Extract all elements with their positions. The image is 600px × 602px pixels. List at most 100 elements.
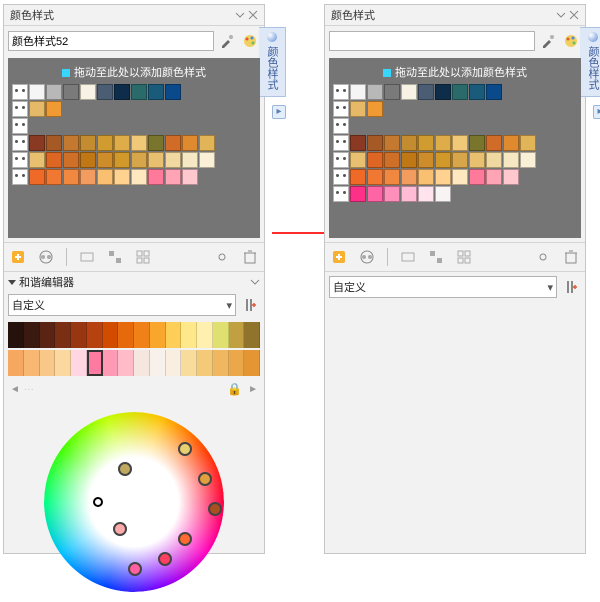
swatch-cell[interactable] [418, 169, 434, 185]
harmony-cell[interactable] [181, 322, 197, 348]
harmony-cell[interactable] [8, 322, 24, 348]
new-style-icon[interactable] [8, 247, 28, 267]
swatch-cell[interactable] [418, 135, 434, 151]
harmony-preset-combo[interactable]: 自定义▾ [329, 276, 557, 298]
swatch-cell[interactable] [435, 169, 451, 185]
eyedropper-icon[interactable] [217, 31, 237, 51]
swatch-cell[interactable] [503, 152, 519, 168]
swatch-cell[interactable] [12, 152, 28, 168]
swatch-cell[interactable] [486, 169, 502, 185]
swatch-cell[interactable] [46, 135, 62, 151]
swatch-cell[interactable] [333, 186, 349, 202]
swatch-cell[interactable] [29, 135, 45, 151]
eyedropper-icon[interactable] [538, 31, 558, 51]
tool-b-icon[interactable] [426, 247, 446, 267]
new-style-icon[interactable] [329, 247, 349, 267]
swatch-cell[interactable] [114, 135, 130, 151]
swatch-cell[interactable] [350, 186, 366, 202]
swatch-cell[interactable] [46, 169, 62, 185]
swatch-cell[interactable] [63, 84, 79, 100]
swatch-cell[interactable] [46, 152, 62, 168]
swatch-cell[interactable] [367, 152, 383, 168]
swatch-cell[interactable] [165, 152, 181, 168]
swatch-cell[interactable] [80, 135, 96, 151]
color-wheel[interactable] [8, 402, 260, 602]
swatch-cell[interactable] [520, 135, 536, 151]
swatch-cell[interactable] [384, 152, 400, 168]
swatch-cell[interactable] [199, 152, 215, 168]
harmony-cell[interactable] [150, 322, 166, 348]
harmony-cell[interactable] [244, 322, 260, 348]
swatch-cell[interactable] [469, 84, 485, 100]
swatch-cell[interactable] [63, 135, 79, 151]
side-tab-color-styles[interactable]: 颜色样式 [580, 27, 600, 97]
swatch-cell[interactable] [367, 186, 383, 202]
swatch-cell[interactable] [80, 169, 96, 185]
tool-c-icon[interactable] [454, 247, 474, 267]
swatch-cell[interactable] [486, 152, 502, 168]
swatch-cell[interactable] [114, 169, 130, 185]
harmony-preset-combo[interactable]: 自定义▾ [8, 294, 236, 316]
link-icon[interactable] [533, 247, 553, 267]
new-harmony-icon[interactable] [36, 247, 56, 267]
swatch-cell[interactable] [333, 84, 349, 100]
swatch-cell[interactable] [418, 186, 434, 202]
swatch-cell[interactable] [452, 152, 468, 168]
harmony-cell[interactable] [181, 350, 197, 376]
swatch-cell[interactable] [367, 101, 383, 117]
harmony-cell[interactable] [103, 350, 119, 376]
swatch-cell[interactable] [333, 101, 349, 117]
swatch-cell[interactable] [165, 135, 181, 151]
swatch-cell[interactable] [131, 84, 147, 100]
harmony-cell[interactable] [229, 322, 245, 348]
swatch-cell[interactable] [384, 84, 400, 100]
swatch-cell[interactable] [199, 135, 215, 151]
swatch-cell[interactable] [29, 84, 45, 100]
swatch-cell[interactable] [401, 84, 417, 100]
swatch-cell[interactable] [333, 169, 349, 185]
swatch-cell[interactable] [401, 186, 417, 202]
swatch-cell[interactable] [165, 169, 181, 185]
swatch-cell[interactable] [29, 152, 45, 168]
harmony-cell[interactable] [40, 350, 56, 376]
swatch-cell[interactable] [350, 101, 366, 117]
harmony-cell[interactable] [150, 350, 166, 376]
harmony-cell[interactable] [197, 322, 213, 348]
next-icon[interactable]: ► [248, 384, 258, 395]
harmony-cell[interactable] [71, 322, 87, 348]
side-tab-color-styles[interactable]: 颜色样式 [259, 27, 286, 97]
swatch-cell[interactable] [12, 135, 28, 151]
swatch-cell[interactable] [12, 118, 28, 134]
swatch-cell[interactable] [503, 169, 519, 185]
style-name-input[interactable] [8, 31, 214, 51]
swatch-cell[interactable] [401, 169, 417, 185]
delete-icon[interactable] [561, 247, 581, 267]
swatch-cell[interactable] [367, 135, 383, 151]
swatch-cell[interactable] [435, 135, 451, 151]
harmony-cell[interactable] [197, 350, 213, 376]
swatch-cell[interactable] [29, 169, 45, 185]
swatch-cell[interactable] [469, 152, 485, 168]
swatch-cell[interactable] [46, 84, 62, 100]
swatch-cell[interactable] [435, 84, 451, 100]
side-expand-button[interactable]: ▸ [272, 105, 286, 119]
swatch-cell[interactable] [452, 135, 468, 151]
swatch-cell[interactable] [63, 152, 79, 168]
swatch-cell[interactable] [469, 135, 485, 151]
swatch-cell[interactable] [97, 84, 113, 100]
harmony-cell[interactable] [55, 322, 71, 348]
swatch-cell[interactable] [182, 152, 198, 168]
swatch-cell[interactable] [435, 152, 451, 168]
swatch-cell[interactable] [131, 169, 147, 185]
swatch-cell[interactable] [148, 169, 164, 185]
swatch-cell[interactable] [384, 169, 400, 185]
harmony-cell[interactable] [71, 350, 87, 376]
harmony-cell[interactable] [118, 322, 134, 348]
swatch-cell[interactable] [350, 152, 366, 168]
swatch-cell[interactable] [114, 84, 130, 100]
swatch-cell[interactable] [12, 169, 28, 185]
close-icon[interactable] [248, 10, 258, 20]
swatch-cell[interactable] [418, 152, 434, 168]
swatch-cell[interactable] [80, 152, 96, 168]
harmony-cell[interactable] [40, 322, 56, 348]
